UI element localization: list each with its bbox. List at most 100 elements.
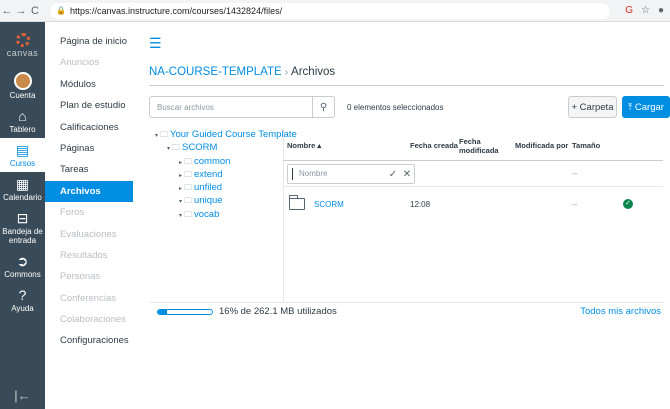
- lock-icon: 🔒: [56, 6, 66, 15]
- new-folder-size: --: [572, 169, 578, 178]
- course-nav-collaborations[interactable]: Colaboraciones: [45, 309, 137, 330]
- canvas-logo-icon: [15, 32, 30, 47]
- hamburger-menu-icon[interactable]: ☰: [149, 36, 162, 50]
- courses-icon: ▤: [15, 142, 30, 158]
- tree-item-root[interactable]: ▾ 🗀 Your Guided Course Template: [149, 128, 297, 141]
- quota-progress-bar: [157, 309, 213, 315]
- new-folder-name-input[interactable]: Nombre: [292, 168, 386, 180]
- tree-item-unique[interactable]: ▾ 🗀 unique: [149, 194, 289, 207]
- course-nav-quizzes[interactable]: Evaluaciones: [45, 224, 137, 245]
- folder-icon: 🗀: [184, 209, 193, 219]
- upload-button[interactable]: ⤒ Cargar: [622, 96, 670, 118]
- global-nav-help[interactable]: ? Ayuda: [0, 283, 45, 317]
- all-my-files-link[interactable]: Todos mis archivos: [580, 306, 661, 317]
- file-name-link[interactable]: SCORM: [314, 200, 344, 209]
- expand-toggle-icon[interactable]: ▸: [179, 186, 182, 192]
- folder-tree: ▾ 🗀 Your Guided Course Template ▾ 🗀 SCORM ▸ 🗀…: [149, 128, 297, 221]
- help-icon: ?: [18, 287, 27, 303]
- global-nav-inbox[interactable]: ⊟ Bandeja de entrada: [0, 206, 45, 249]
- global-nav-label: Commons: [4, 270, 41, 279]
- global-nav-dashboard[interactable]: ⌂ Tablero: [0, 104, 45, 138]
- extension-icon[interactable]: G: [625, 5, 633, 16]
- tree-item-common[interactable]: ▸ 🗀 common: [149, 155, 289, 168]
- published-check-icon[interactable]: ✓: [623, 199, 633, 209]
- expand-toggle-icon[interactable]: ▾: [155, 133, 158, 139]
- course-nav-people[interactable]: Personas: [45, 266, 137, 287]
- column-header-name[interactable]: Nombre ▴: [287, 130, 321, 161]
- inbox-icon: ⊟: [16, 210, 29, 226]
- tree-item-label: vocab: [194, 208, 220, 220]
- tree-item-extend[interactable]: ▸ 🗀 extend: [149, 168, 289, 181]
- back-icon[interactable]: ←: [0, 5, 14, 17]
- course-nav-modules[interactable]: Módulos: [45, 74, 137, 95]
- breadcrumb-course[interactable]: NA-COURSE-TEMPLATE: [149, 66, 282, 78]
- cancel-x-icon[interactable]: ✕: [400, 169, 414, 180]
- confirm-check-icon[interactable]: ✓: [386, 169, 400, 180]
- expand-toggle-icon[interactable]: ▾: [167, 146, 170, 152]
- global-nav-account[interactable]: Cuenta: [0, 68, 45, 104]
- global-nav-label: Calendario: [3, 193, 42, 202]
- forward-icon[interactable]: →: [14, 5, 28, 17]
- tree-item-unfiled[interactable]: ▸ 🗀 unfiled: [149, 181, 289, 194]
- canvas-logo[interactable]: canvas: [0, 22, 45, 68]
- tree-item-scorm[interactable]: ▾ 🗀 SCORM: [149, 141, 289, 154]
- global-nav-label: Cursos: [9, 159, 36, 168]
- new-folder-row: Nombre ✓ ✕ --: [283, 161, 663, 187]
- course-nav-files[interactable]: Archivos: [45, 180, 133, 203]
- column-header-created[interactable]: Fecha creada: [410, 130, 458, 161]
- course-nav: Página de inicio Anuncios Módulos Plan d…: [45, 22, 137, 409]
- expand-toggle-icon[interactable]: ▸: [179, 173, 182, 179]
- expand-toggle-icon[interactable]: ▸: [179, 160, 182, 166]
- canvas-logo-text: canvas: [6, 47, 39, 58]
- column-header-modified[interactable]: Fecha modificada: [459, 130, 499, 161]
- expand-toggle-icon[interactable]: ▾: [179, 199, 182, 205]
- expand-toggle-icon[interactable]: ▾: [179, 213, 182, 219]
- url-text: https://canvas.instructure.com/courses/1…: [69, 5, 283, 16]
- global-nav: canvas Cuenta ⌂ Tablero ▤ Cursos ▦ Calen…: [0, 22, 45, 409]
- folder-icon: 🗀: [184, 183, 193, 193]
- collapse-nav-icon[interactable]: |←: [0, 388, 45, 403]
- tree-item-label: unique: [194, 195, 223, 207]
- profile-icon[interactable]: ●: [658, 5, 664, 16]
- column-header-size[interactable]: Tamaño: [572, 130, 600, 161]
- files-table-header: Nombre ▴ Fecha creada Fecha modificada M…: [283, 130, 663, 161]
- bookmark-star-icon[interactable]: ☆: [641, 5, 650, 16]
- file-created-date: 12:08: [410, 200, 431, 209]
- course-nav-pages[interactable]: Páginas: [45, 138, 137, 159]
- global-nav-label: Ayuda: [11, 304, 34, 313]
- new-folder-name-field[interactable]: Nombre ✓ ✕: [287, 164, 415, 184]
- course-nav-home[interactable]: Página de inicio: [45, 31, 137, 52]
- tree-item-label: SCORM: [182, 142, 218, 154]
- course-nav-announcements[interactable]: Anuncios: [45, 52, 137, 73]
- folder-icon: 🗀: [172, 143, 181, 153]
- search-input[interactable]: [150, 97, 312, 117]
- folder-icon: [289, 195, 305, 210]
- course-nav-grades[interactable]: Calificaciones: [45, 117, 137, 138]
- add-folder-button[interactable]: + Carpeta: [568, 96, 617, 118]
- reload-icon[interactable]: C: [28, 5, 42, 17]
- folder-icon: 🗀: [184, 169, 193, 179]
- address-bar[interactable]: 🔒 https://canvas.instructure.com/courses…: [50, 2, 610, 19]
- tree-item-label: Your Guided Course Template: [170, 129, 297, 140]
- tree-item-vocab[interactable]: ▾ 🗀 vocab: [149, 208, 289, 221]
- quota-progress-fill: [158, 310, 167, 314]
- tree-item-label: common: [194, 155, 231, 167]
- selected-count: 0 elementos seleccionados: [347, 103, 444, 112]
- course-nav-syllabus[interactable]: Plan de estudio: [45, 95, 137, 116]
- breadcrumb: NA-COURSE-TEMPLATE › Archivos: [149, 66, 335, 78]
- column-header-modified-by[interactable]: Modificada por: [515, 130, 568, 161]
- course-nav-settings[interactable]: Configuraciones: [45, 330, 137, 351]
- global-nav-commons[interactable]: ➲ Commons: [0, 249, 45, 283]
- calendar-icon: ▦: [15, 176, 30, 192]
- global-nav-courses[interactable]: ▤ Cursos: [0, 138, 45, 172]
- course-nav-discussions[interactable]: Foros: [45, 202, 137, 223]
- global-nav-label: Tablero: [9, 125, 36, 134]
- course-nav-assignments[interactable]: Tareas: [45, 159, 137, 180]
- breadcrumb-current: Archivos: [291, 66, 336, 78]
- global-nav-label: Cuenta: [9, 91, 36, 100]
- course-nav-conferences[interactable]: Conferencias: [45, 288, 137, 309]
- course-nav-outcomes[interactable]: Resultados: [45, 245, 137, 266]
- search-icon[interactable]: ⚲: [312, 97, 334, 117]
- table-row[interactable]: SCORM 12:08 -- ✓: [283, 187, 663, 223]
- global-nav-calendar[interactable]: ▦ Calendario: [0, 172, 45, 206]
